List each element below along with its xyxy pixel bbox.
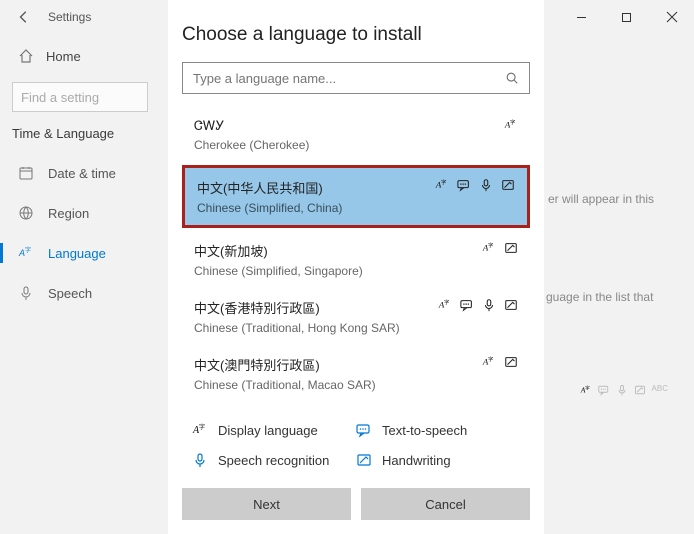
legend-label: Handwriting (382, 453, 451, 468)
language-search[interactable] (182, 62, 530, 94)
legend-label: Speech recognition (218, 453, 329, 468)
home-icon (18, 48, 34, 64)
language-feature-icons (482, 241, 518, 255)
language-feature-icons (435, 178, 515, 192)
language-native-name: 中文(新加坡) (194, 241, 518, 260)
language-feature-icons (504, 118, 518, 132)
handwriting-icon (504, 298, 518, 312)
next-button[interactable]: Next (182, 488, 351, 520)
language-item[interactable]: 中文(澳門特別行政區) Chinese (Traditional, Macao S… (182, 345, 530, 402)
back-button[interactable] (0, 0, 48, 34)
language-feature-icons (438, 298, 518, 312)
language-icon: A字 (18, 245, 34, 261)
display-language-icon (482, 241, 496, 255)
svg-text:字: 字 (25, 246, 31, 254)
install-language-dialog: Choose a language to install ᏣᎳᎩ Cherokee… (168, 0, 544, 534)
language-item[interactable]: 中文(新加坡) Chinese (Simplified, Singapore) (182, 231, 530, 288)
nav-language[interactable]: A字 Language (0, 233, 160, 273)
language-feature-icons (482, 355, 518, 369)
feature-legend: Display language Text-to-speech Speech r… (182, 422, 530, 468)
dialog-title: Choose a language to install (182, 24, 530, 46)
language-item[interactable]: 中文(中华人民共和国)Chinese (Simplified, China) (182, 165, 530, 228)
language-english-name: Chinese (Traditional, Hong Kong SAR) (194, 321, 518, 335)
home-nav[interactable]: Home (0, 34, 160, 78)
text-to-speech-icon (460, 298, 474, 312)
language-english-name: Chinese (Simplified, China) (197, 201, 515, 215)
handwriting-icon (504, 355, 518, 369)
language-english-name: Chinese (Simplified, Singapore) (194, 264, 518, 278)
language-english-name: Chinese (Traditional, Macao SAR) (194, 378, 518, 392)
handwriting-icon (501, 178, 515, 192)
legend-label: Display language (218, 423, 318, 438)
sidebar: Home Find a setting Time & Language Date… (0, 34, 160, 313)
nav-date-time[interactable]: Date & time (0, 153, 160, 193)
handwriting-icon (504, 241, 518, 255)
display-language-icon (482, 355, 496, 369)
nav-label: Language (48, 246, 106, 261)
app-title: Settings (48, 10, 91, 24)
language-item[interactable]: 中文(香港特別行政區)Chinese (Traditional, Hong Ko… (182, 288, 530, 345)
display-language-icon (504, 118, 518, 132)
speech-recognition-icon (192, 452, 208, 468)
minimize-button[interactable] (559, 0, 604, 34)
bg-text-1: er will appear in this (548, 192, 654, 206)
legend-speech: Speech recognition (192, 452, 356, 468)
home-label: Home (46, 49, 81, 64)
bg-text-2: guage in the list that (546, 290, 653, 304)
nav-speech[interactable]: Speech (0, 273, 160, 313)
globe-icon (18, 205, 34, 221)
display-language-icon (435, 178, 449, 192)
bg-feature-icons: ABC (580, 384, 668, 396)
speech-recognition-icon (479, 178, 493, 192)
text-to-speech-icon (356, 422, 372, 438)
legend-label: Text-to-speech (382, 423, 467, 438)
nav-label: Date & time (48, 166, 116, 181)
legend-handwriting: Handwriting (356, 452, 520, 468)
nav-label: Region (48, 206, 89, 221)
svg-text:A: A (18, 248, 25, 258)
display-language-icon (438, 298, 452, 312)
nav-label: Speech (48, 286, 92, 301)
handwriting-icon (356, 452, 372, 468)
close-button[interactable] (649, 0, 694, 34)
search-icon (505, 71, 519, 85)
speech-recognition-icon (482, 298, 496, 312)
language-native-name: 中文(澳門特別行政區) (194, 355, 518, 374)
legend-tts: Text-to-speech (356, 422, 520, 438)
maximize-button[interactable] (604, 0, 649, 34)
microphone-icon (18, 285, 34, 301)
language-search-input[interactable] (193, 71, 505, 86)
clock-icon (18, 165, 34, 181)
language-item[interactable]: ᏣᎳᎩ Cherokee (Cherokee) (182, 108, 530, 162)
language-native-name: ᏣᎳᎩ (194, 118, 518, 134)
cancel-button[interactable]: Cancel (361, 488, 530, 520)
nav-region[interactable]: Region (0, 193, 160, 233)
display-language-icon (192, 422, 208, 438)
find-setting-input[interactable]: Find a setting (12, 82, 148, 112)
language-english-name: Cherokee (Cherokee) (194, 138, 518, 152)
legend-display: Display language (192, 422, 356, 438)
section-header: Time & Language (0, 126, 160, 153)
find-setting-placeholder: Find a setting (21, 90, 99, 105)
text-to-speech-icon (457, 178, 471, 192)
language-list: ᏣᎳᎩ Cherokee (Cherokee) 中文(中华人民共和国)Chinese… (182, 108, 530, 402)
